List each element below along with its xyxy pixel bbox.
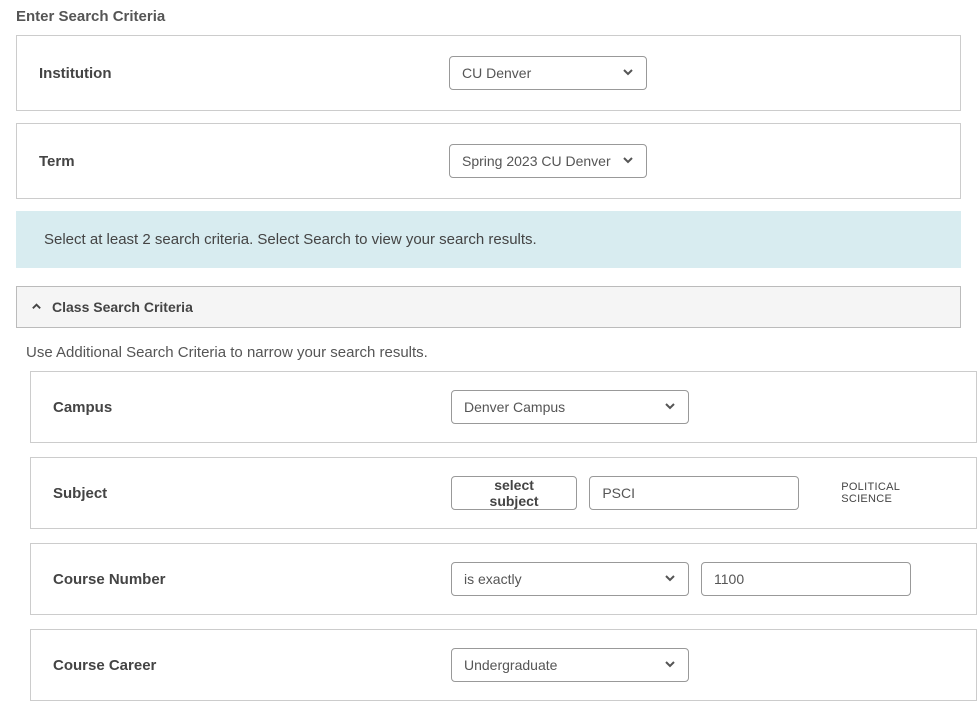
term-label: Term (39, 153, 449, 170)
page-title: Enter Search Criteria (0, 0, 977, 35)
course-career-row: Course Career Undergraduate (30, 629, 977, 701)
chevron-down-icon (664, 657, 676, 673)
course-career-label: Course Career (53, 657, 451, 674)
subject-label: Subject (53, 485, 451, 502)
course-number-operator: is exactly (464, 571, 522, 587)
subject-code-input[interactable] (589, 476, 799, 510)
course-number-label: Course Number (53, 571, 451, 588)
term-dropdown[interactable]: Spring 2023 CU Denver (449, 144, 647, 178)
chevron-down-icon (622, 65, 634, 81)
course-career-dropdown[interactable]: Undergraduate (451, 648, 689, 682)
info-banner: Select at least 2 search criteria. Selec… (16, 211, 961, 268)
institution-dropdown[interactable]: CU Denver (449, 56, 647, 90)
course-career-value: Undergraduate (464, 657, 557, 673)
chevron-down-icon (622, 153, 634, 169)
subject-row: Subject select subject POLITICAL SCIENCE (30, 457, 977, 529)
institution-row: Institution CU Denver (16, 35, 961, 111)
chevron-down-icon (664, 399, 676, 415)
chevron-down-icon (664, 571, 676, 587)
select-subject-button[interactable]: select subject (451, 476, 578, 510)
course-number-input[interactable] (701, 562, 911, 596)
institution-value: CU Denver (462, 65, 531, 81)
subject-full-name: POLITICAL SCIENCE (841, 481, 954, 505)
chevron-up-icon (31, 299, 42, 315)
campus-dropdown[interactable]: Denver Campus (451, 390, 689, 424)
campus-value: Denver Campus (464, 399, 565, 415)
term-row: Term Spring 2023 CU Denver (16, 123, 961, 199)
course-number-operator-dropdown[interactable]: is exactly (451, 562, 689, 596)
term-value: Spring 2023 CU Denver (462, 153, 611, 169)
section-title: Class Search Criteria (52, 299, 193, 315)
institution-label: Institution (39, 65, 449, 82)
campus-label: Campus (53, 399, 451, 416)
class-search-criteria-header[interactable]: Class Search Criteria (16, 286, 961, 328)
course-number-row: Course Number is exactly (30, 543, 977, 615)
campus-row: Campus Denver Campus (30, 371, 977, 443)
helper-text: Use Additional Search Criteria to narrow… (0, 328, 977, 371)
